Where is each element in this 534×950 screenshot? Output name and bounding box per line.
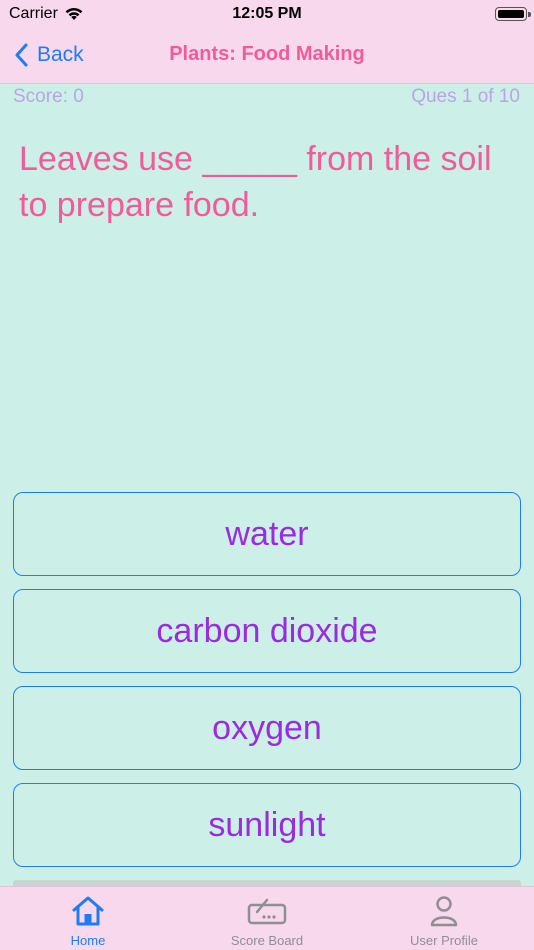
score-label: Score: 0 bbox=[13, 86, 84, 107]
question-counter: Ques 1 of 10 bbox=[411, 86, 520, 107]
tab-score-board[interactable]: Score Board bbox=[197, 887, 337, 950]
tab-home-label: Home bbox=[70, 933, 106, 948]
tab-home[interactable]: Home bbox=[18, 887, 158, 950]
top-bar: Carrier 12:05 PM Back Plants: Food Makin… bbox=[0, 0, 534, 84]
page-title: Plants: Food Making bbox=[169, 43, 365, 65]
clock: 12:05 PM bbox=[232, 5, 302, 22]
tab-bar: Home Score Board User Profile bbox=[0, 886, 534, 950]
user-icon bbox=[429, 895, 459, 927]
status-bar: Carrier 12:05 PM bbox=[0, 0, 534, 30]
answer-option-water[interactable]: water bbox=[13, 492, 521, 576]
answer-option-sunlight[interactable]: sunlight bbox=[13, 783, 521, 867]
answer-option-carbon-dioxide[interactable]: carbon dioxide bbox=[13, 589, 521, 673]
question-text: Leaves use _____ from the soil to prepar… bbox=[19, 140, 492, 224]
tab-score-board-label: Score Board bbox=[230, 933, 304, 948]
scoreboard-icon bbox=[247, 895, 287, 927]
battery-icon bbox=[495, 7, 531, 21]
tab-user-profile[interactable]: User Profile bbox=[374, 887, 514, 950]
tab-user-profile-label: User Profile bbox=[410, 933, 478, 948]
navigation-bar: Back Plants: Food Making bbox=[0, 30, 534, 84]
home-icon bbox=[70, 895, 106, 927]
answer-option-oxygen[interactable]: oxygen bbox=[13, 686, 521, 770]
